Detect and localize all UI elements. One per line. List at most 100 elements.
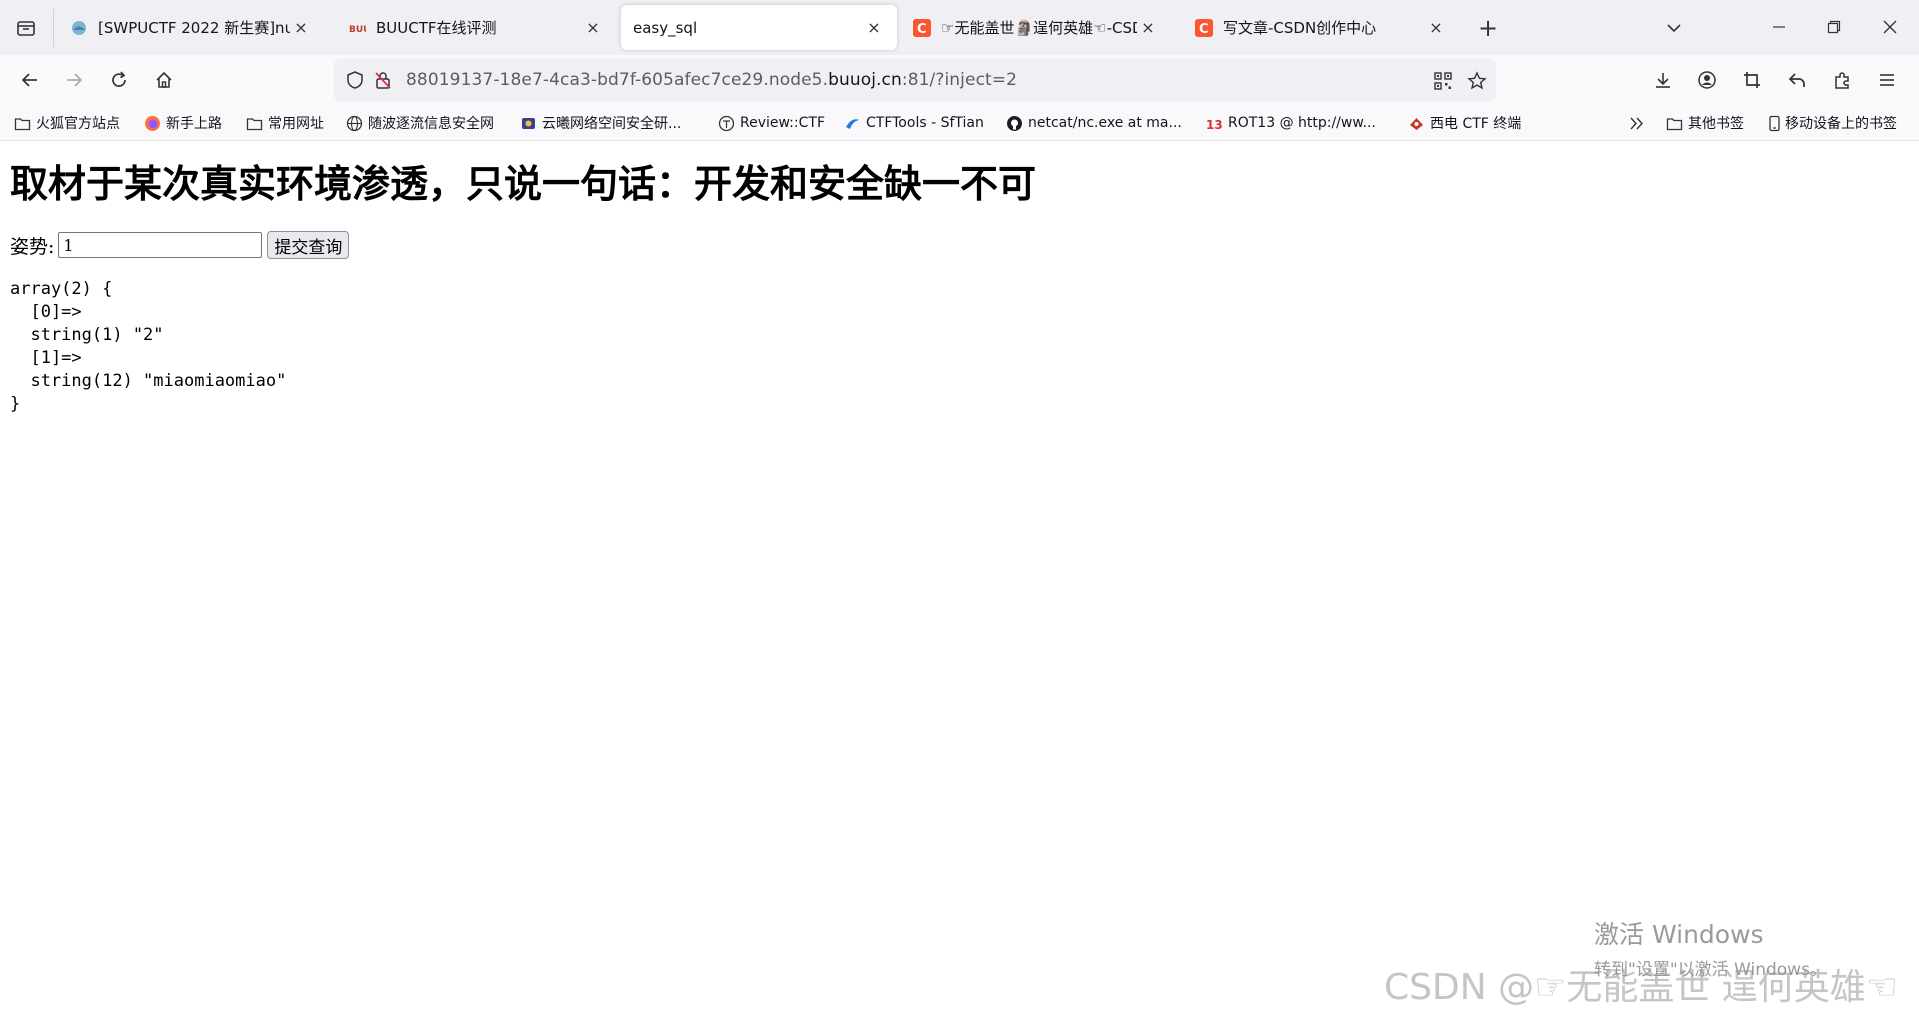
firefox-view-button[interactable] [10, 12, 42, 44]
tab-separator [53, 9, 54, 47]
bookmark-suibo[interactable]: 随波逐流信息安全网 [346, 112, 494, 134]
bookmark-label: Review::CTF [740, 115, 825, 131]
github-icon [1006, 115, 1023, 132]
url-text[interactable]: 88019137-18e7-4ca3-bd7f-605afec7ce29.nod… [406, 70, 1017, 90]
list-all-tabs-button[interactable] [1658, 12, 1690, 44]
bookmark-label: 新手上路 [166, 116, 222, 132]
close-icon[interactable]: × [582, 17, 604, 39]
bookmark-label: 随波逐流信息安全网 [368, 116, 494, 132]
restore-button[interactable] [1811, 6, 1857, 48]
csdn-favicon: C [913, 18, 931, 37]
qr-code-icon[interactable] [1431, 69, 1455, 93]
xidian-favicon [1408, 115, 1425, 132]
bookmarks-toolbar: 火狐官方站点 新手上路 常用网址 随波逐流信息安全网 云曦网络空间安全研... … [0, 105, 1919, 141]
url-bar[interactable]: 88019137-18e7-4ca3-bd7f-605afec7ce29.nod… [334, 59, 1496, 101]
folder-icon [246, 115, 263, 132]
reply-button[interactable] [1780, 63, 1814, 97]
tab-strip: [SWPUCTF 2022 新生赛]numg × BUU BUUCTF在线评测 … [0, 0, 1919, 55]
submit-query-button[interactable]: 提交查询 [267, 231, 350, 259]
inject-input[interactable] [58, 232, 263, 258]
folder-icon [14, 115, 31, 132]
bookmarks-overflow-button[interactable] [1628, 112, 1645, 134]
reload-icon [112, 71, 126, 87]
url-query: :81/?inject=2 [901, 70, 1018, 90]
bookmark-label: ROT13 @ http://ww... [1228, 115, 1376, 131]
account-button[interactable] [1690, 63, 1724, 97]
bookmark-rot13[interactable]: 13 ROT13 @ http://ww... [1206, 112, 1376, 134]
url-domain: buuoj.cn [828, 70, 902, 90]
page-title: 取材于某次真实环境渗透，只说一句话：开发和安全缺一不可 [10, 162, 1037, 206]
query-result-dump: array(2) { [0]=> string(1) "2" [1]=> str… [10, 279, 287, 414]
ctftools-favicon [844, 115, 861, 132]
bookmark-other[interactable]: 其他书签 [1666, 112, 1744, 134]
reload-button[interactable] [102, 63, 136, 97]
tab-buuctf[interactable]: BUU BUUCTF在线评测 × [336, 5, 616, 50]
close-icon[interactable]: × [1137, 17, 1159, 39]
close-icon[interactable]: × [863, 17, 885, 39]
svg-text:13: 13 [1206, 118, 1223, 132]
swpu-favicon [70, 19, 88, 37]
bookmark-label: 西电 CTF 终端 [1430, 116, 1522, 132]
bookmark-yunxi[interactable]: 云曦网络空间安全研... [520, 112, 681, 134]
bookmark-common-sites[interactable]: 常用网址 [246, 112, 324, 134]
bookmark-label: 云曦网络空间安全研... [542, 116, 682, 132]
bookmark-label: netcat/nc.exe at ma... [1028, 115, 1182, 131]
home-button[interactable] [147, 63, 181, 97]
insecure-lock-icon[interactable] [372, 69, 394, 91]
bookmark-xidian-ctf[interactable]: 西电 CTF 终端 [1408, 112, 1521, 134]
app-menu-button[interactable] [1870, 63, 1904, 97]
buuctf-favicon: BUU [348, 19, 366, 37]
back-button[interactable] [13, 63, 47, 97]
mobile-icon [1766, 115, 1783, 132]
screenshot-button[interactable] [1735, 63, 1769, 97]
hamburger-icon [1880, 74, 1894, 86]
inject-form: 姿势: 提交查询 [10, 231, 350, 259]
inject-label: 姿势: [10, 235, 55, 258]
tab-swpuctf[interactable]: [SWPUCTF 2022 新生赛]numg × [58, 5, 324, 50]
forward-button[interactable] [57, 63, 91, 97]
extensions-button[interactable] [1825, 63, 1859, 97]
activation-title: 激活 Windows [1594, 920, 1764, 949]
csdn-watermark: CSDN @☞无能盖世 逞何英雄☜ [1384, 967, 1899, 1008]
window-close-button[interactable] [1867, 6, 1913, 48]
tab-title: [SWPUCTF 2022 新生赛]numg [98, 19, 290, 37]
downloads-button[interactable] [1646, 63, 1680, 97]
puzzle-icon [1835, 72, 1849, 89]
download-icon [1656, 73, 1670, 88]
firefox-icon [144, 115, 161, 132]
bookmark-review-ctf[interactable]: Review::CTF [718, 112, 825, 134]
tab-csdn-write[interactable]: C 写文章-CSDN创作中心 × [1183, 5, 1459, 50]
review-favicon [718, 115, 735, 132]
new-tab-button[interactable]: + [1472, 12, 1504, 44]
bookmark-label: 移动设备上的书签 [1785, 116, 1897, 132]
bookmark-mobile[interactable]: 移动设备上的书签 [1766, 112, 1897, 134]
globe-icon [346, 115, 363, 132]
account-icon [1698, 71, 1716, 89]
bookmark-label: 常用网址 [268, 116, 324, 132]
star-icon[interactable] [1465, 69, 1489, 93]
csdn-favicon: C [1195, 18, 1213, 37]
svg-text:C: C [1199, 22, 1209, 37]
url-path: 88019137-18e7-4ca3-bd7f-605afec7ce29.nod… [406, 70, 829, 90]
bookmark-label: 其他书签 [1688, 116, 1744, 132]
bookmark-getting-started[interactable]: 新手上路 [144, 112, 222, 134]
bookmark-ctftools[interactable]: CTFTools - SfTian [844, 112, 984, 134]
bookmark-netcat[interactable]: netcat/nc.exe at ma... [1006, 112, 1182, 134]
minimize-icon [1773, 26, 1785, 28]
tab-easy-sql[interactable]: easy_sql × [621, 5, 897, 50]
tab-title: ☞无能盖世🗿逞何英雄☜-CSDN [941, 19, 1137, 37]
tab-csdn-blog[interactable]: C ☞无能盖世🗿逞何英雄☜-CSDN × [901, 5, 1171, 50]
navigation-toolbar: 88019137-18e7-4ca3-bd7f-605afec7ce29.nod… [0, 55, 1919, 105]
home-icon [156, 71, 172, 88]
crop-icon [1744, 72, 1760, 88]
arrow-left-icon [21, 73, 37, 87]
tab-title: BUUCTF在线评测 [376, 19, 497, 37]
minimize-button[interactable] [1756, 6, 1802, 48]
bookmark-firefox-official[interactable]: 火狐官方站点 [14, 112, 120, 134]
shield-icon[interactable] [344, 69, 366, 91]
close-icon[interactable]: × [1425, 17, 1447, 39]
bookmark-label: CTFTools - SfTian [866, 115, 984, 131]
yunxi-favicon [520, 115, 537, 132]
arrow-right-icon [67, 73, 83, 87]
close-icon[interactable]: × [290, 17, 312, 39]
